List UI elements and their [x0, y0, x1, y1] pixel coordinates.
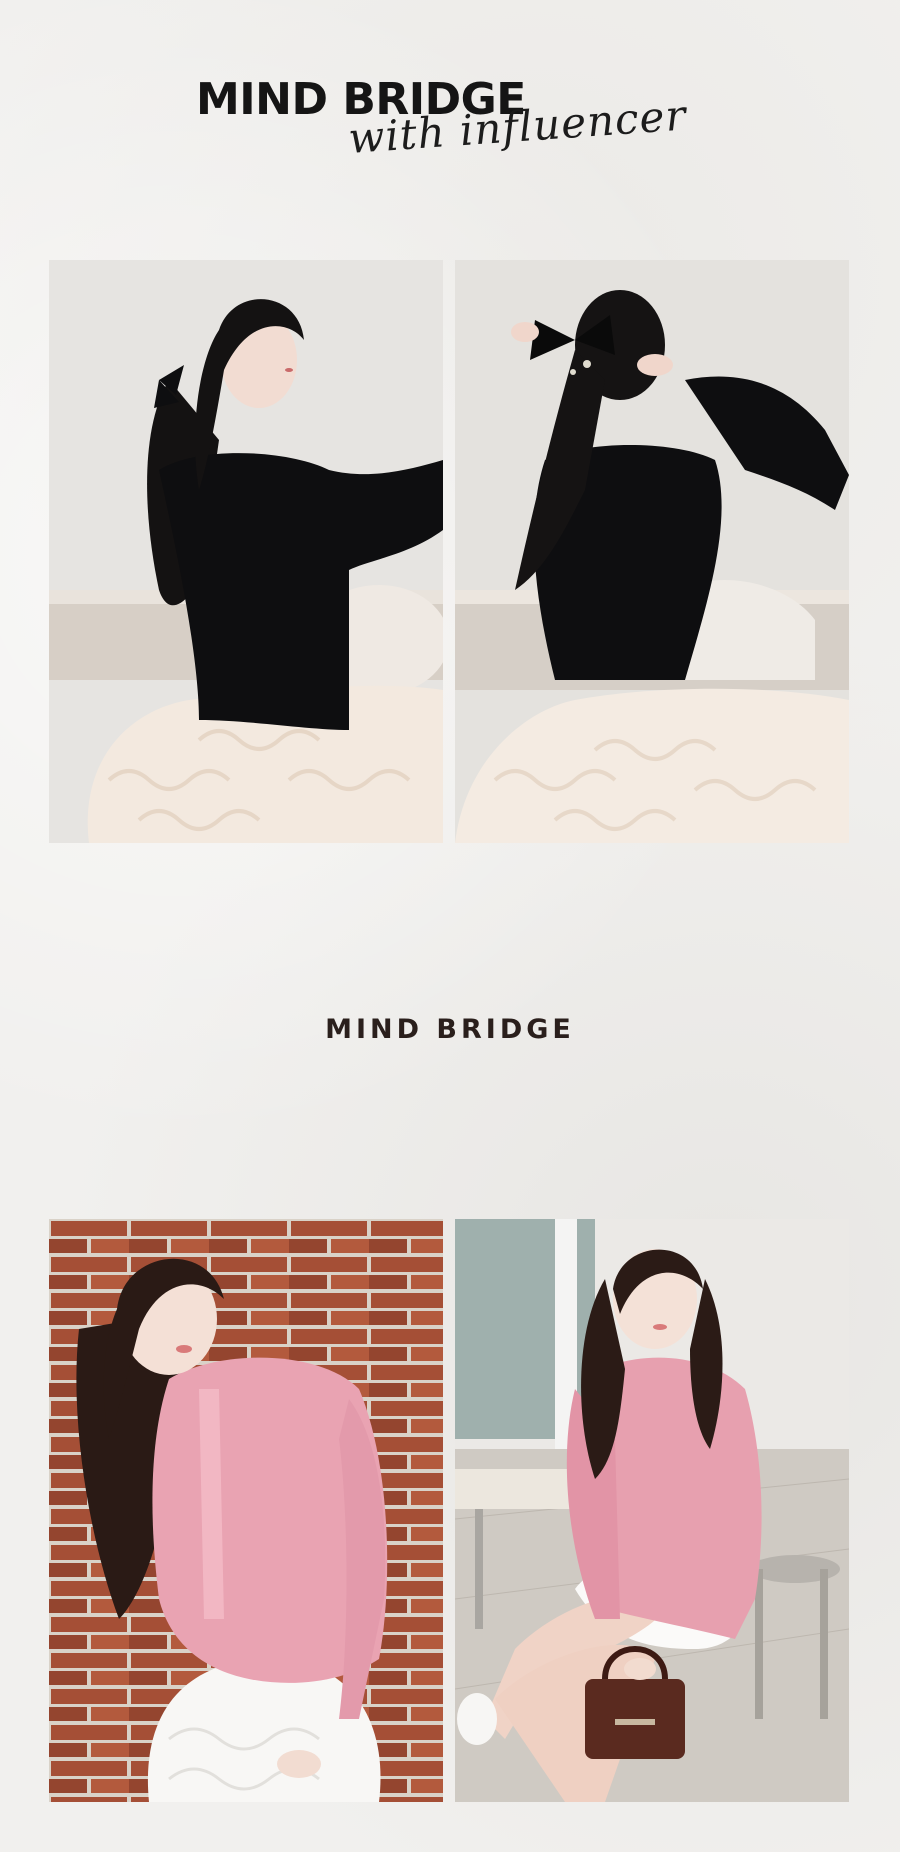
- lookbook-photo-4: [455, 1219, 849, 1802]
- lookbook-photo-3: [49, 1219, 443, 1802]
- lookbook-photo-2: [455, 260, 849, 843]
- black-top-back-photo: [455, 260, 849, 843]
- black-top-side-photo: [49, 260, 443, 843]
- section-brand-label: MIND BRIDGE: [325, 1014, 575, 1045]
- pink-cardigan-seated-photo: [455, 1219, 849, 1802]
- pink-cardigan-brick-photo: [49, 1219, 443, 1802]
- lookbook-photo-1: [49, 260, 443, 843]
